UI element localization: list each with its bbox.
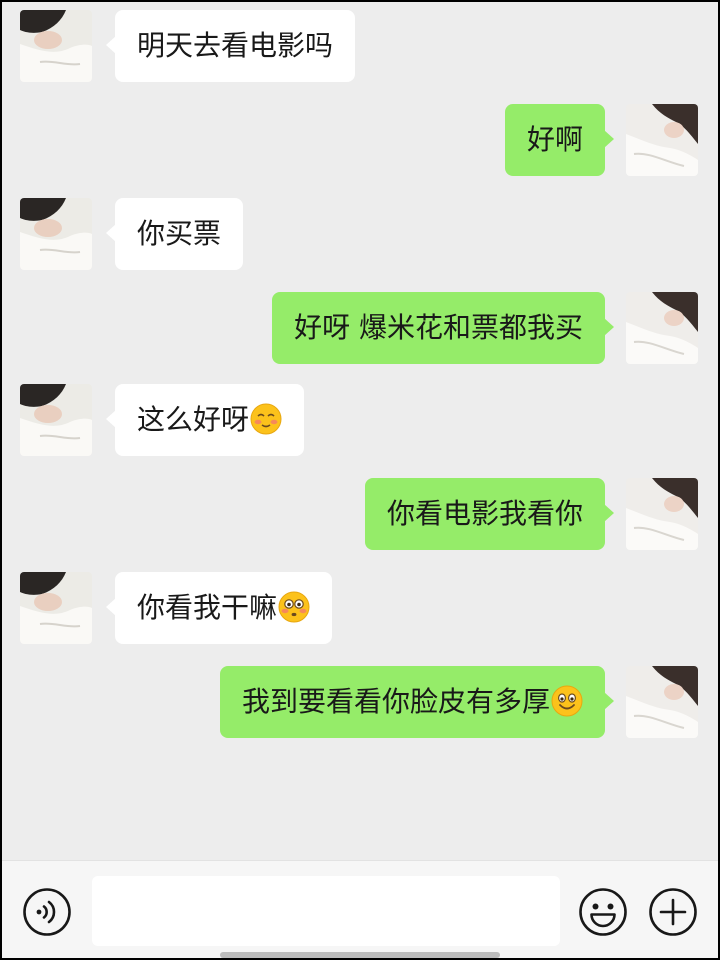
input-bar [2,860,718,958]
self-avatar[interactable] [626,666,698,738]
message-text: 你看我干嘛 [137,591,278,624]
message-text: 好呀 爆米花和票都我买 [294,311,583,344]
message-row: 你买票 [2,198,718,270]
message-text: 明天去看电影吗 [137,29,334,62]
contact-avatar[interactable] [20,384,92,456]
received-message-bubble[interactable]: 你买票 [105,198,244,270]
self-avatar[interactable] [626,292,698,364]
message-text: 好啊 [526,123,583,156]
message-text: 我到要看看你脸皮有多厚 [241,685,550,718]
sent-message-bubble[interactable]: 我到要看看你脸皮有多厚 [219,666,615,738]
sent-message-bubble[interactable]: 好啊 [504,104,615,176]
plus-icon [649,888,697,936]
sent-message-bubble[interactable]: 好呀 爆米花和票都我买 [272,292,614,364]
message-row: 我到要看看你脸皮有多厚 [2,666,718,738]
message-row: 明天去看电影吗 [2,10,718,82]
home-indicator [220,952,500,958]
self-avatar[interactable] [626,104,698,176]
contact-avatar[interactable] [20,198,92,270]
message-row: 好啊 [2,104,718,176]
message-text: 你买票 [137,217,222,250]
received-message-bubble[interactable]: 这么好呀 [105,384,305,456]
message-row: 好呀 爆米花和票都我买 [2,292,718,364]
message-row: 你看电影我看你 [2,478,718,550]
chat-screen: 明天去看电影吗 好啊 你买票 好呀 爆米花和票都我买 这么好呀 你看电影我看你 … [2,2,718,958]
received-message-bubble[interactable]: 明天去看电影吗 [105,10,356,82]
emoji-button[interactable] [578,887,628,937]
sent-message-bubble[interactable]: 你看电影我看你 [364,478,615,550]
message-text: 这么好呀 [137,403,250,436]
message-list[interactable]: 明天去看电影吗 好啊 你买票 好呀 爆米花和票都我买 这么好呀 你看电影我看你 … [2,2,718,860]
self-avatar[interactable] [626,478,698,550]
more-button[interactable] [648,887,698,937]
emoji-icon [579,888,627,936]
contact-avatar[interactable] [20,10,92,82]
voice-button[interactable] [22,887,72,937]
voice-icon [23,888,71,936]
contact-avatar[interactable] [20,572,92,644]
message-row: 你看我干嘛 [2,572,718,644]
blush-emoji-icon [250,403,282,435]
flushed-emoji-icon [278,591,310,623]
message-text: 你看电影我看你 [386,497,583,530]
message-row: 这么好呀 [2,384,718,456]
smile-emoji-icon [551,685,583,717]
received-message-bubble[interactable]: 你看我干嘛 [105,572,333,644]
message-input[interactable] [92,876,560,946]
